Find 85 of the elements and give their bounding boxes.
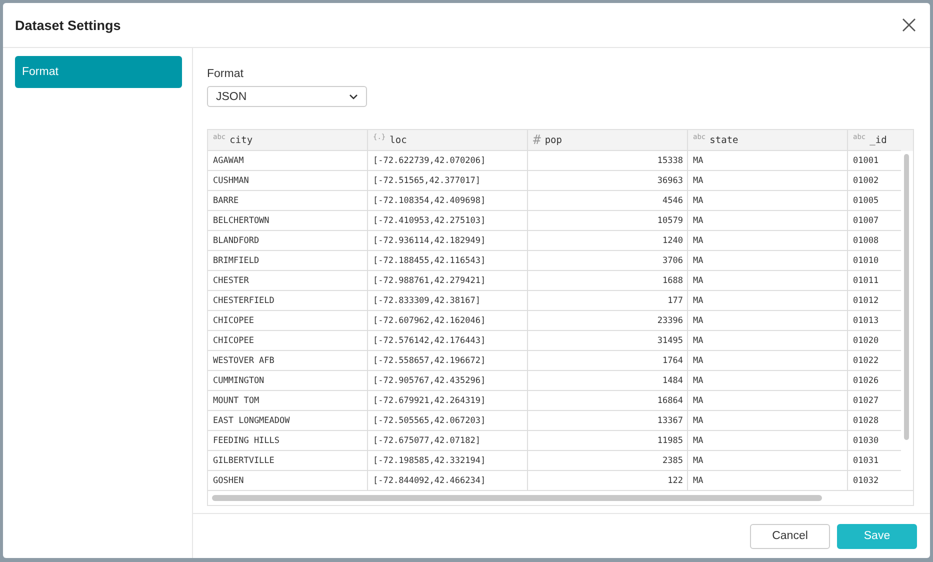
table-cell: MA <box>688 191 848 211</box>
table-cell: [-72.410953,42.275103] <box>368 211 528 231</box>
table-cell: MA <box>688 211 848 231</box>
table-cell: [-72.675077,42.07182] <box>368 431 528 451</box>
table-cell: [-72.844092,42.466234] <box>368 471 528 490</box>
table-cell: [-72.905767,42.435296] <box>368 371 528 391</box>
table-cell: [-72.988761,42.279421] <box>368 271 528 291</box>
table-cell: 10579 <box>528 211 688 231</box>
table-cell: CHESTERFIELD <box>208 291 368 311</box>
table-cell: [-72.505565,42.067203] <box>368 411 528 431</box>
close-icon <box>902 18 916 32</box>
table-cell: MA <box>688 391 848 411</box>
table-cell: [-72.558657,42.196672] <box>368 351 528 371</box>
table-cell: 31495 <box>528 331 688 351</box>
table-cell: CUSHMAN <box>208 171 368 191</box>
table-cell: [-72.51565,42.377017] <box>368 171 528 191</box>
table-cell: MA <box>688 331 848 351</box>
table-cell: EAST LONGMEADOW <box>208 411 368 431</box>
column-name: city <box>230 134 253 146</box>
table-cell: BARRE <box>208 191 368 211</box>
table-cell: [-72.679921,42.264319] <box>368 391 528 411</box>
table-cell: 36963 <box>528 171 688 191</box>
table-cell: MA <box>688 171 848 191</box>
table-cell: [-72.936114,42.182949] <box>368 231 528 251</box>
table-cell: CUMMINGTON <box>208 371 368 391</box>
table-cell: 4546 <box>528 191 688 211</box>
table-cell: [-72.622739,42.070206] <box>368 151 528 171</box>
table-cell: FEEDING HILLS <box>208 431 368 451</box>
column-name: loc <box>390 134 407 146</box>
table-cell: GILBERTVILLE <box>208 451 368 471</box>
table-cell: BRIMFIELD <box>208 251 368 271</box>
table-cell: BELCHERTOWN <box>208 211 368 231</box>
table-cell: BLANDFORD <box>208 231 368 251</box>
column-header[interactable]: # pop <box>528 130 688 151</box>
table-cell: 177 <box>528 291 688 311</box>
table-cell: 1484 <box>528 371 688 391</box>
table-cell: CHICOPEE <box>208 311 368 331</box>
table-cell: 2385 <box>528 451 688 471</box>
table-cell: MA <box>688 411 848 431</box>
table-cell: [-72.833309,42.38167] <box>368 291 528 311</box>
table-cell: 1240 <box>528 231 688 251</box>
table-cell: WESTOVER AFB <box>208 351 368 371</box>
table-cell: 13367 <box>528 411 688 431</box>
sidebar-item[interactable]: Format <box>15 56 182 88</box>
table-cell: [-72.198585,42.332194] <box>368 451 528 471</box>
table-cell: MA <box>688 271 848 291</box>
table-cell: MA <box>688 371 848 391</box>
chevron-down-icon <box>349 94 358 100</box>
table-cell: CHICOPEE <box>208 331 368 351</box>
table-cell: MA <box>688 451 848 471</box>
table-cell: [-72.607962,42.162046] <box>368 311 528 331</box>
table-cell: MA <box>688 471 848 490</box>
table-cell: MA <box>688 291 848 311</box>
cancel-button[interactable]: Cancel <box>750 524 830 548</box>
table-cell: 15338 <box>528 151 688 171</box>
horizontal-scrollbar[interactable] <box>212 495 822 501</box>
table-cell: [-72.576142,42.176443] <box>368 331 528 351</box>
table-cell: 3706 <box>528 251 688 271</box>
table-cell: MA <box>688 351 848 371</box>
table-cell: GOSHEN <box>208 471 368 490</box>
table-cell: CHESTER <box>208 271 368 291</box>
table-cell: MOUNT TOM <box>208 391 368 411</box>
table-cell: [-72.188455,42.116543] <box>368 251 528 271</box>
column-name: pop <box>544 134 562 146</box>
table-cell: MA <box>688 311 848 331</box>
column-name: _id <box>870 134 887 146</box>
table-cell: 16864 <box>528 391 688 411</box>
type-label: # <box>533 132 541 148</box>
table-cell: 1688 <box>528 271 688 291</box>
table-cell: 11985 <box>528 431 688 451</box>
table-cell: MA <box>688 251 848 271</box>
dialog-title: Dataset Settings <box>15 18 121 32</box>
table-cell: MA <box>688 151 848 171</box>
table-cell: 23396 <box>528 311 688 331</box>
table-cell: MA <box>688 431 848 451</box>
table-cell: AGAWAM <box>208 151 368 171</box>
table-cell: 1764 <box>528 351 688 371</box>
table-cell: 122 <box>528 471 688 490</box>
table-cell: MA <box>688 231 848 251</box>
format-select[interactable]: JSON <box>207 86 367 107</box>
table-cell: [-72.108354,42.409698] <box>368 191 528 211</box>
column-name: state <box>710 134 738 146</box>
vertical-scrollbar[interactable] <box>904 154 909 440</box>
field-label: Format <box>207 68 244 80</box>
close-button[interactable] <box>900 16 918 34</box>
